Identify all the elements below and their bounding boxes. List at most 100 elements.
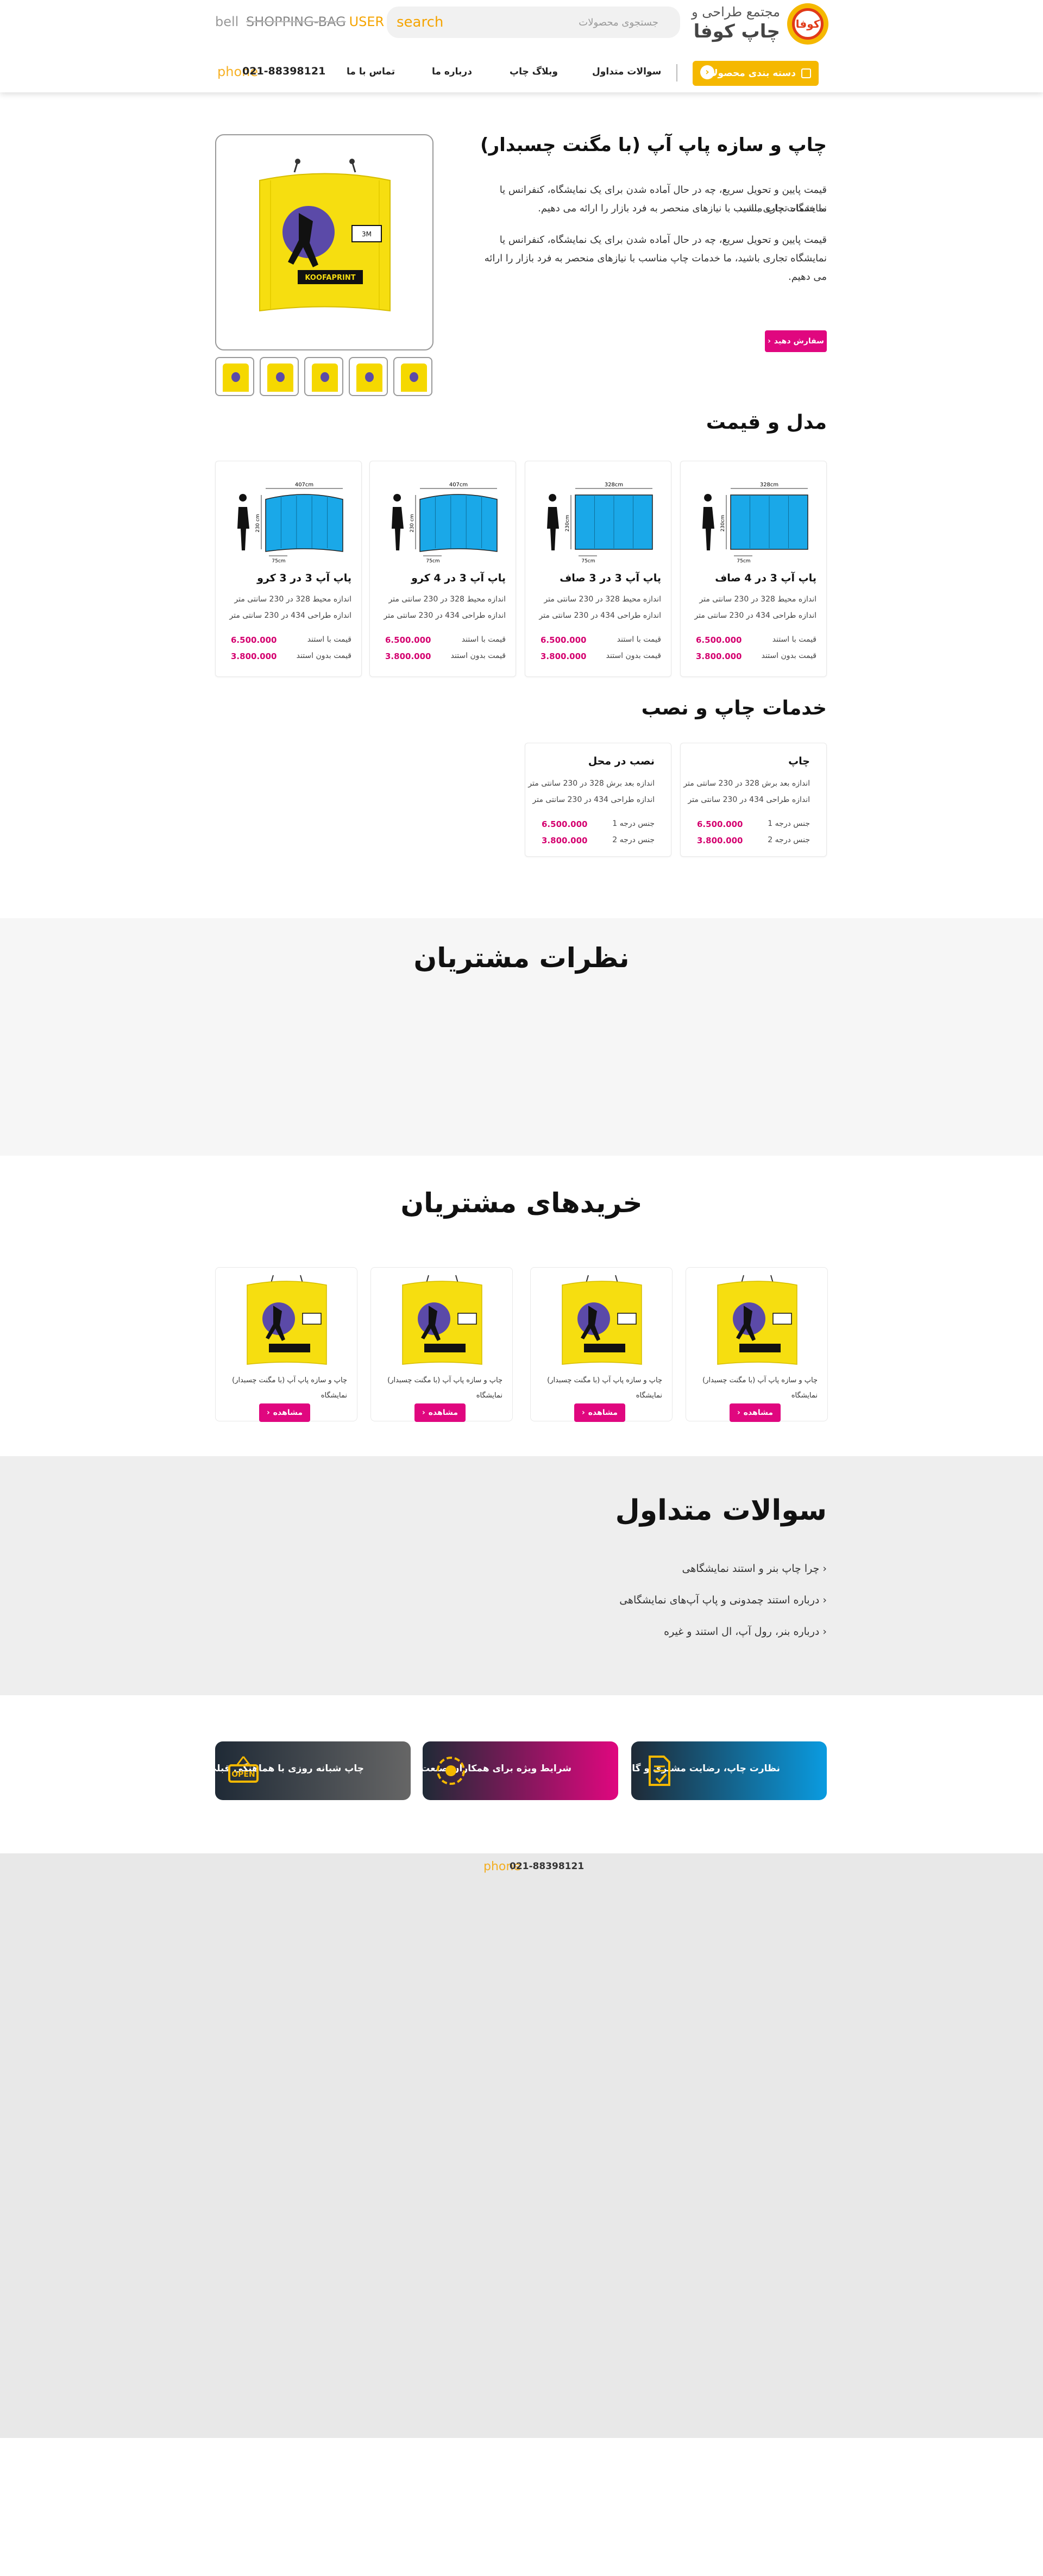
promo-partners[interactable]: شرایط ویژه برای همکاران صنعت چاپ: [398, 1741, 618, 1800]
models-heading: مدل و قیمت: [706, 411, 827, 434]
height-dimension-label: 230 cm: [410, 514, 415, 532]
stand-dimension-diagram: 407cm 230 cm 75cm: [392, 482, 498, 564]
chevron-left-icon: ‹: [267, 1408, 270, 1417]
purchase-card[interactable]: چاپ و سازه پاپ آپ (با مگنت چسبدار) نمایش…: [530, 1267, 673, 1422]
thumbnail-5[interactable]: [393, 357, 432, 396]
thumbnail-4[interactable]: [349, 357, 388, 396]
view-label: مشاهده: [428, 1408, 458, 1417]
service-row2-value: 3.800.000: [542, 836, 588, 845]
chevron-left-icon: ‹: [737, 1408, 740, 1417]
promo-guarantee[interactable]: نظارت چاپ، رضایت مشتری و گارانتی: [607, 1741, 827, 1800]
purchase-caption: چاپ و سازه پاپ آپ (با مگنت چسبدار) نمایش…: [387, 1376, 502, 1400]
order-label: سفارش دهید: [774, 337, 824, 346]
phone-number: 021-88398121: [242, 65, 326, 77]
model-card[interactable]: 328cm 230cm 75cm پاپ آپ 3 در 4 صاف اندازه مح…: [680, 461, 827, 677]
faq-item-1[interactable]: ‹ چرا چاپ بنر و استند نمایشگاهی: [682, 1563, 827, 1575]
service-title: نصب در محل: [588, 755, 655, 767]
model-card[interactable]: 328cm 230cm 75cm پاپ آپ 3 در 3 صاف اندازه مح…: [525, 461, 671, 677]
model-design-line: اندازه طراحی 434 در 230 سانتی متر: [694, 611, 816, 620]
categories-button[interactable]: دسته بندی محصولات ‹: [693, 61, 819, 86]
price-without-value: 3.800.000: [696, 651, 742, 661]
view-button[interactable]: مشاهده ‹: [574, 1403, 625, 1422]
service-row2-value: 3.800.000: [697, 836, 743, 845]
search-input[interactable]: search جستجوی محصولات: [387, 7, 680, 38]
site-footer: phone 021-88398121: [0, 1853, 1043, 2438]
model-title: پاپ آپ 3 در 4 صاف: [715, 572, 816, 584]
logo-text: کوفا: [792, 8, 824, 40]
nav-faq[interactable]: سوالات متداول: [592, 66, 661, 77]
price-without-label: قیمت بدون استند: [606, 651, 661, 660]
price-with-value: 6.500.000: [541, 635, 587, 645]
price-without-label: قیمت بدون استند: [761, 651, 816, 660]
model-size-line: اندازه محیط 328 در 230 سانتی متر: [234, 595, 351, 604]
depth-dimension-label: 75cm: [737, 559, 750, 564]
nav-contact[interactable]: تماس با ما: [347, 66, 395, 77]
thumbnail-1[interactable]: [215, 357, 254, 396]
faq-item-3[interactable]: ‹ درباره بنر، رول آپ، ال استند و غیره: [664, 1626, 827, 1638]
koofa-logo[interactable]: کوفا: [787, 3, 828, 45]
price-without-value: 3.800.000: [231, 651, 277, 661]
brand-name[interactable]: چاپ کوفا: [694, 21, 780, 42]
faq-question: درباره استند چمدونی و پاپ آپ‌های نمایشگا…: [619, 1594, 820, 1606]
bell-icon[interactable]: bell: [215, 14, 238, 29]
view-button[interactable]: مشاهده ‹: [730, 1403, 781, 1422]
categories-label: دسته بندی محصولات: [701, 68, 796, 79]
purchase-caption: چاپ و سازه پاپ آپ (با مگنت چسبدار) نمایش…: [232, 1376, 347, 1400]
service-design-line: اندازه طراحی 434 در 230 سانتی متر: [688, 795, 810, 804]
chevron-left-icon: ‹: [819, 1626, 827, 1638]
search-hint: جستجوی محصولات: [579, 17, 658, 28]
model-title: پاپ آپ 3 در 3 کرو: [257, 572, 351, 584]
price-with-value: 6.500.000: [696, 635, 742, 645]
service-card[interactable]: چاپ اندازه بعد برش 328 در 230 سانتی متر ان…: [680, 743, 827, 857]
service-size-line: اندازه بعد برش 328 در 230 سانتی متر: [528, 779, 655, 788]
price-with-value: 6.500.000: [385, 635, 431, 645]
stand-dimension-diagram: 328cm 230cm 75cm: [547, 482, 653, 564]
shopping-bag-icon[interactable]: SHOPPING-BAG: [246, 14, 346, 29]
reviews-heading: نظرات مشتریان: [413, 942, 630, 974]
faq-section: سوالات متداول ‹ چرا چاپ بنر و استند نمای…: [0, 1456, 1043, 1695]
height-dimension-label: 230 cm: [255, 514, 261, 532]
header-icons: bell SHOPPING-BAG USER: [215, 14, 387, 29]
faq-question: درباره بنر، رول آپ، ال استند و غیره: [664, 1626, 820, 1638]
model-design-line: اندازه طراحی 434 در 230 سانتی متر: [229, 611, 351, 620]
purchase-card[interactable]: چاپ و سازه پاپ آپ (با مگنت چسبدار) نمایش…: [686, 1267, 828, 1422]
header-phone[interactable]: phone 021-88398121: [217, 64, 325, 79]
popup-stand-image: 3M KOOFAPRINT: [259, 159, 391, 312]
service-card[interactable]: نصب در محل اندازه بعد برش 328 در 230 سانت…: [525, 743, 671, 857]
document-check-icon: [649, 1756, 670, 1786]
product-title: چاپ و سازه پاپ آپ (با مگنت چسبدار): [480, 134, 827, 156]
view-button[interactable]: مشاهده ‹: [259, 1403, 310, 1422]
model-card[interactable]: 407cm 230 cm 75cm پاپ آپ 3 در 4 کرو اندازه م…: [369, 461, 516, 677]
price-with-value: 6.500.000: [231, 635, 277, 645]
reviews-section: نظرات مشتریان: [0, 918, 1043, 1156]
thumbnail-2[interactable]: [260, 357, 299, 396]
open-sign-icon: OPEN: [228, 1756, 259, 1783]
product-main-image[interactable]: 3M KOOFAPRINT: [215, 134, 433, 350]
model-size-line: اندازه محیط 328 در 230 سانتی متر: [544, 595, 661, 604]
faq-item-2[interactable]: ‹ درباره استند چمدونی و پاپ آپ‌های نمایش…: [619, 1594, 827, 1606]
purchase-card[interactable]: چاپ و سازه پاپ آپ (با مگنت چسبدار) نمایش…: [370, 1267, 513, 1422]
model-card[interactable]: 407cm 230 cm 75cm پاپ آپ 3 در 3 کرو اندازه م…: [215, 461, 362, 677]
depth-dimension-label: 75cm: [426, 559, 439, 564]
chevron-left-icon: ‹: [582, 1408, 585, 1417]
purchase-caption: چاپ و سازه پاپ آپ (با مگنت چسبدار) نمایش…: [547, 1376, 662, 1400]
color-wheel-icon: [437, 1757, 465, 1785]
user-icon[interactable]: USER: [349, 14, 385, 29]
chevron-left-icon: ‹: [819, 1563, 827, 1575]
price-with-label: قیمت با استند: [772, 635, 816, 644]
footer-phone[interactable]: phone 021-88398121: [483, 1860, 584, 1873]
view-button[interactable]: مشاهده ‹: [414, 1403, 466, 1422]
order-button[interactable]: سفارش دهید ‹: [765, 330, 827, 352]
service-row1-label: جنس درجه 1: [768, 819, 810, 828]
banner-brand-text: KOOFAPRINT: [305, 274, 355, 282]
promo-overnight[interactable]: چاپ شبانه روزی با هماهنگی قبلی OPEN: [208, 1741, 411, 1800]
nav-about[interactable]: درباره ما: [432, 66, 472, 77]
service-row1-label: جنس درجه 1: [612, 819, 655, 828]
price-with-label: قیمت با استند: [617, 635, 661, 644]
promo-text: نظارت چاپ، رضایت مشتری و گارانتی: [607, 1763, 780, 1774]
price-without-label: قیمت بدون استند: [296, 651, 351, 660]
thumbnail-3[interactable]: [304, 357, 343, 396]
nav-blog[interactable]: وبلاگ چاپ: [510, 66, 558, 77]
purchase-card[interactable]: چاپ و سازه پاپ آپ (با مگنت چسبدار) نمایش…: [215, 1267, 357, 1422]
model-title: پاپ آپ 3 در 3 صاف: [560, 572, 661, 584]
